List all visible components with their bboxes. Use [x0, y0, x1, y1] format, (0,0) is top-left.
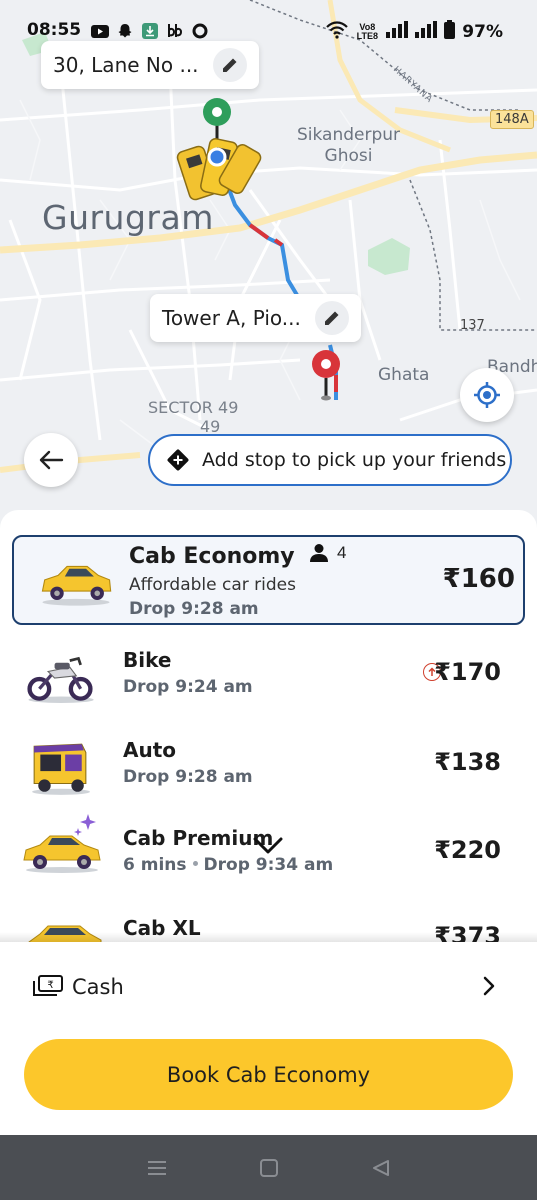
separator-dot — [192, 861, 198, 866]
ride-option-auto[interactable]: Auto Drop 9:28 am ₹138 — [0, 730, 537, 818]
edit-pickup-button[interactable] — [212, 48, 247, 82]
destination-address-pill[interactable]: Tower A, Pio... — [150, 294, 361, 342]
map-city-label: Gurugram — [42, 198, 214, 237]
app-b-icon — [165, 23, 184, 39]
ride-list[interactable]: Cab Economy 4 Affordable car rides Drop … — [0, 510, 537, 942]
ride-option-cab-premium[interactable]: Cab Premium 6 mins Drop 9:34 am ₹220 — [0, 814, 537, 906]
crosshair-icon — [474, 382, 500, 408]
add-stop-label: Add stop to pick up your friends — [202, 449, 507, 471]
system-icons: Vo8 LTE8 97% — [326, 20, 503, 44]
chevron-down-icon[interactable] — [252, 836, 284, 856]
back-button[interactable] — [24, 433, 78, 487]
home-icon[interactable] — [259, 1158, 279, 1178]
battery-icon — [444, 20, 456, 44]
ride-option-bike[interactable]: Bike Drop 9:24 am ₹170 — [0, 640, 537, 728]
snapchat-icon — [115, 23, 134, 39]
add-stop-button[interactable]: Add stop to pick up your friends — [148, 434, 512, 486]
locate-me-button[interactable] — [460, 368, 514, 422]
map-view[interactable]: Gurugram Sikanderpur Ghosi Ghata Bandhw … — [0, 0, 537, 545]
map-sector-line-1: SECTOR 49 — [148, 398, 239, 417]
road-badge: 148A — [490, 110, 534, 129]
cash-icon: ₹ — [33, 975, 63, 996]
ride-drop-time: Drop 9:34 am — [203, 855, 334, 875]
ride-eta-line: 6 mins Drop 9:34 am — [123, 855, 333, 875]
battery-percent: 97% — [462, 22, 503, 42]
ride-name: Cab Economy — [129, 544, 295, 569]
ride-eta: 6 mins — [123, 855, 187, 875]
ride-price: ₹170 — [434, 658, 501, 686]
edit-destination-button[interactable] — [314, 301, 349, 335]
map-area-line-1: Sikanderpur — [297, 125, 401, 145]
bike-image — [27, 656, 94, 703]
ride-name: Auto — [123, 738, 177, 762]
auto-rickshaw-image — [32, 743, 90, 795]
pickup-address: 30, Lane No ... — [53, 53, 199, 77]
arrow-left-icon — [39, 450, 64, 470]
seat-capacity: 4 — [309, 543, 346, 563]
youtube-icon — [90, 23, 109, 39]
signal-icon — [386, 21, 409, 43]
cab-premium-image — [23, 814, 101, 873]
map-area-line-2: Ghosi — [324, 146, 373, 166]
ride-options-sheet: Cab Economy 4 Affordable car rides Drop … — [0, 510, 537, 1135]
payment-method-label: Cash — [72, 975, 124, 999]
pencil-icon — [222, 58, 237, 72]
download-icon — [140, 23, 159, 39]
pencil-icon — [324, 311, 339, 325]
menu-icon[interactable] — [146, 1159, 168, 1177]
ride-drop-time: Drop 9:24 am — [123, 677, 253, 697]
wifi-icon — [326, 20, 349, 44]
notification-icons — [90, 23, 209, 39]
volte-label: Vo8 LTE8 — [356, 22, 378, 41]
pickup-address-pill[interactable]: 30, Lane No ... — [41, 41, 259, 89]
back-triangle-icon[interactable] — [371, 1158, 391, 1178]
map-sector-label: SECTOR 49 49 — [148, 398, 238, 436]
ride-price: ₹220 — [434, 836, 501, 864]
svg-text:₹: ₹ — [47, 980, 53, 991]
payment-method-row[interactable]: ₹ Cash — [0, 942, 537, 1032]
road-number-label: 137 — [460, 318, 485, 333]
ride-price: ₹160 — [442, 564, 515, 594]
status-time: 08:55 — [27, 20, 82, 40]
destination-address: Tower A, Pio... — [162, 306, 301, 330]
book-ride-button[interactable]: Book Cab Economy — [24, 1039, 513, 1110]
diamond-plus-icon — [167, 449, 189, 471]
ride-option-cab-economy[interactable]: Cab Economy 4 Affordable car rides Drop … — [12, 535, 525, 625]
book-ride-label: Book Cab Economy — [166, 1062, 371, 1087]
ring-icon — [190, 23, 209, 39]
map-area-label: Sikanderpur Ghosi — [297, 125, 400, 167]
chevron-right-icon — [483, 976, 495, 996]
person-icon — [310, 544, 328, 562]
seat-count: 4 — [337, 543, 347, 562]
system-navigation-bar — [0, 1135, 537, 1200]
signal-icon-2 — [415, 21, 438, 43]
ride-price: ₹138 — [434, 748, 501, 776]
ride-name: Cab Premium — [123, 826, 274, 850]
ride-drop-time: Drop 9:28 am — [129, 599, 259, 619]
cab-economy-image — [41, 565, 112, 606]
ride-name: Bike — [123, 648, 172, 672]
ride-drop-time: Drop 9:28 am — [123, 767, 253, 787]
map-area-ghata: Ghata — [378, 365, 430, 385]
ride-description: Affordable car rides — [129, 575, 296, 595]
list-fade — [0, 932, 537, 942]
